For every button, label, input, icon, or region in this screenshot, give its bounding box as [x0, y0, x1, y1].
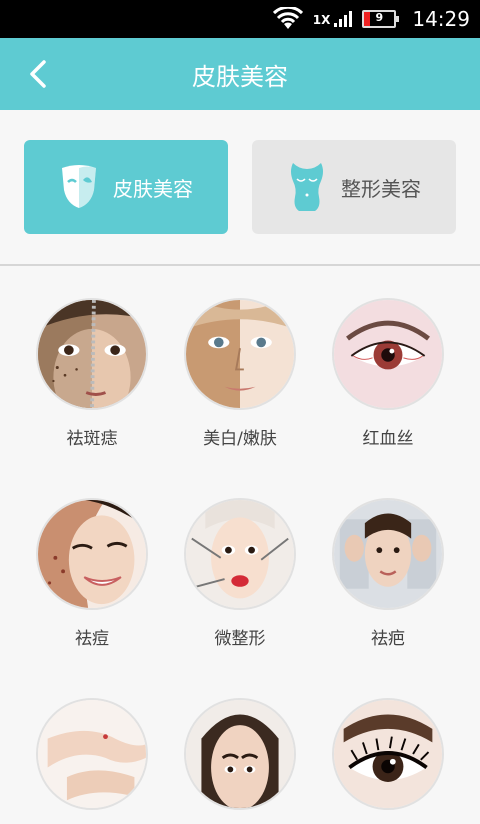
micro-surgery-image: [184, 498, 296, 610]
grid-item-eyelash[interactable]: [314, 698, 462, 824]
whitening-image: [184, 298, 296, 410]
grid-item-label: 祛斑痣: [66, 429, 118, 449]
red-eye-image: [332, 298, 444, 410]
battery-icon: 9: [362, 10, 400, 28]
mask-icon: [62, 165, 96, 208]
grid-item-acne-removal[interactable]: 祛痘: [18, 498, 166, 649]
arm-skin-image: [36, 698, 148, 810]
grid-item-label: 微整形: [214, 629, 266, 649]
scar-removal-image: [332, 498, 444, 610]
grid-item-whitening[interactable]: 美白/嫩肤: [166, 298, 314, 449]
grid-item-red-veins[interactable]: 红血丝: [314, 298, 462, 449]
battery-level: 9: [375, 11, 384, 24]
category-tabs: 皮肤美容 整形美容: [0, 110, 480, 264]
grid-item-label: 祛痘: [75, 629, 109, 649]
grid-item-face-contour[interactable]: [166, 698, 314, 824]
acne-removal-image: [36, 498, 148, 610]
face-contour-image: [184, 698, 296, 810]
grid-item-label: 祛疤: [371, 629, 405, 649]
grid-item-micro-surgery[interactable]: 微整形: [166, 498, 314, 649]
tab-skin-beauty[interactable]: 皮肤美容: [24, 140, 228, 234]
status-bar: 1X 9 14:29: [0, 0, 480, 38]
eyelash-image: [332, 698, 444, 810]
tab-plastic-surgery[interactable]: 整形美容: [252, 140, 456, 234]
grid-item-label: 红血丝: [362, 429, 414, 449]
treatment-grid: 祛斑痣 美白/嫩肤 红血丝 祛痘 微整形 祛疤: [0, 266, 480, 810]
wifi-icon: [272, 7, 303, 29]
status-time: 14:29: [412, 7, 470, 31]
tab-label: 整形美容: [341, 176, 421, 201]
grid-item-freckle-removal[interactable]: 祛斑痣: [18, 298, 166, 449]
tab-label: 皮肤美容: [113, 176, 193, 201]
body-silhouette-icon: [291, 163, 323, 211]
grid-item-label: 美白/嫩肤: [203, 429, 277, 449]
grid-item-arm-skin[interactable]: [18, 698, 166, 824]
app-bar: 皮肤美容: [0, 38, 480, 110]
signal-icon: 1X: [313, 11, 353, 27]
network-type: 1X: [312, 13, 331, 27]
page-title: 皮肤美容: [192, 62, 288, 91]
grid-item-scar-removal[interactable]: 祛疤: [314, 498, 462, 649]
freckle-removal-image: [36, 298, 148, 410]
